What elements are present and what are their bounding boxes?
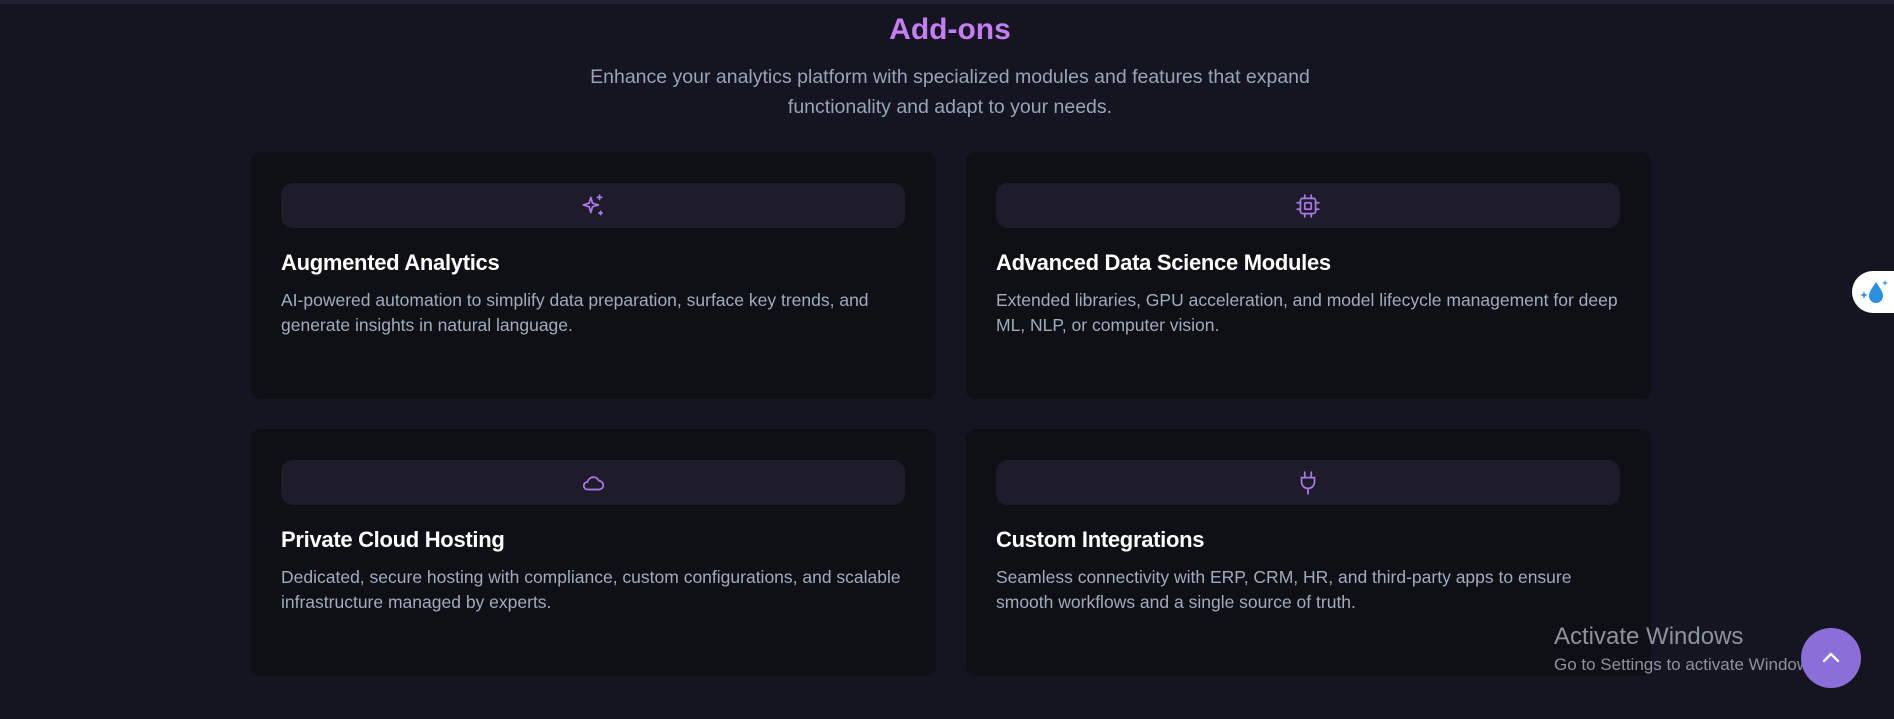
- addon-card-private-cloud-hosting[interactable]: Private Cloud Hosting Dedicated, secure …: [251, 429, 936, 676]
- side-assistant-widget[interactable]: [1852, 271, 1894, 313]
- addon-description: AI-powered automation to simplify data p…: [281, 290, 869, 335]
- addon-icon-bar: [281, 460, 905, 505]
- addon-card-advanced-data-science[interactable]: Advanced Data Science Modules Extended l…: [966, 152, 1651, 399]
- addon-icon-bar: [281, 183, 905, 228]
- chevron-up-icon: [1822, 652, 1840, 663]
- addon-title: Custom Integrations: [996, 527, 1205, 552]
- activate-windows-subtitle: Go to Settings to activate Windows.: [1554, 655, 1823, 674]
- addon-title: Private Cloud Hosting: [281, 527, 505, 552]
- sparkles-icon: [582, 193, 604, 216]
- addon-card-augmented-analytics[interactable]: Augmented Analytics AI-powered automatio…: [251, 152, 936, 399]
- addon-title: Augmented Analytics: [281, 250, 500, 275]
- addon-description: Extended libraries, GPU acceleration, an…: [996, 290, 1618, 335]
- top-divider: [0, 0, 1894, 4]
- plug-icon: [1300, 470, 1316, 495]
- cpu-chip-icon: [1296, 193, 1320, 218]
- addon-description: Seamless connectivity with ERP, CRM, HR,…: [996, 567, 1572, 612]
- addon-title: Advanced Data Science Modules: [996, 250, 1331, 275]
- page-subtitle: Enhance your analytics platform with spe…: [590, 66, 1310, 118]
- scroll-to-top-button[interactable]: [1801, 628, 1861, 688]
- page-title: Add-ons: [889, 13, 1011, 46]
- addon-icon-bar: [996, 460, 1620, 505]
- activate-windows-watermark: Activate Windows Go to Settings to activ…: [1554, 623, 1822, 675]
- water-drop-sparkle-icon: [1860, 280, 1888, 303]
- activate-windows-title: Activate Windows: [1554, 623, 1744, 650]
- addon-icon-bar: [996, 183, 1620, 228]
- addon-card-custom-integrations[interactable]: Custom Integrations Seamless connectivit…: [966, 429, 1651, 676]
- addon-description: Dedicated, secure hosting with complianc…: [281, 567, 901, 612]
- cloud-icon: [582, 475, 605, 490]
